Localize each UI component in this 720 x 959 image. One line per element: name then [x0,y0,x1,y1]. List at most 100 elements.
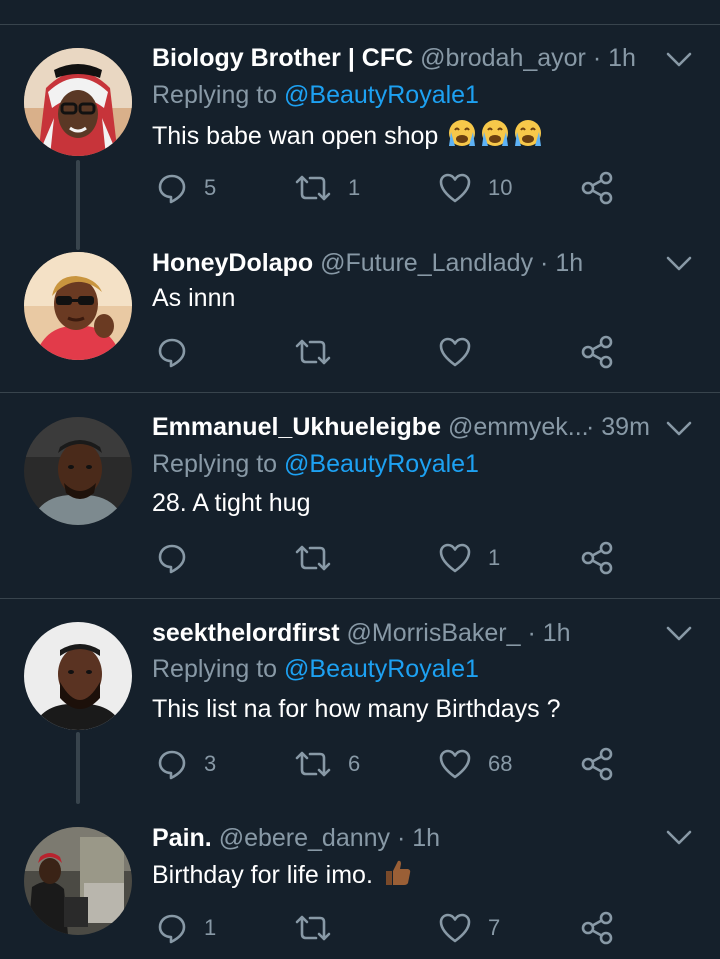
share-icon [581,541,613,575]
user-handle[interactable]: @emmyek... [448,413,589,441]
replying-to-label: Replying to [152,450,278,478]
tweet-text: This babe wan open shop [152,118,543,156]
tweet-time-block: · 39m [586,411,660,443]
retweet-button[interactable]: 1 [294,168,360,208]
mention-link[interactable]: @BeautyRoyale1 [284,655,479,683]
share-button[interactable] [580,538,614,578]
user-handle[interactable]: @brodah_ayor [420,44,586,72]
avatar[interactable] [24,827,132,935]
share-icon [581,747,613,781]
chevron-down-icon[interactable] [666,52,692,68]
display-name[interactable]: Emmanuel_Ukhueleigbe [152,413,441,441]
reply-button[interactable]: 3 [156,744,216,784]
tweet-header: Emmanuel_Ukhueleigbe @emmyek... [152,411,640,443]
reply-icon [158,338,186,368]
tweet-text-content: As innn [152,284,236,312]
tweet-actions [152,332,632,372]
share-button[interactable] [580,168,614,208]
user-handle[interactable]: @MorrisBaker_ [347,619,521,647]
tweet-header: Biology Brother | CFC @brodah_ayor · 1h [152,42,660,74]
retweet-button[interactable] [294,332,348,372]
like-button[interactable]: 68 [438,744,512,784]
tweet-actions: 1 7 [152,908,632,948]
retweet-icon [295,339,331,365]
separator-dot: · [540,249,549,277]
like-count: 10 [488,175,513,200]
like-count: 68 [488,751,513,776]
replying-to: Replying to @BeautyRoyale1 [152,653,479,685]
mention-link[interactable]: @BeautyRoyale1 [284,81,479,109]
user-handle[interactable]: @ebere_danny [219,824,390,852]
display-name[interactable]: Pain. [152,824,212,852]
timestamp[interactable]: 1h [412,824,440,852]
timestamp[interactable]: 39m [601,413,650,441]
avatar[interactable] [24,622,132,730]
share-icon [581,171,613,205]
retweet-button[interactable] [294,908,348,948]
like-count: 1 [488,545,501,570]
tweet-text: Birthday for life imo. [152,857,412,895]
heart-icon [439,913,471,943]
share-button[interactable] [580,744,614,784]
tweet-divider [0,392,720,393]
retweet-count: 6 [348,751,361,776]
retweet-button[interactable]: 6 [294,744,360,784]
tweet-actions: 5 1 10 [152,168,632,208]
tweet-text: 28. A tight hug [152,487,310,519]
share-button[interactable] [580,908,614,948]
heart-icon [439,749,471,779]
timestamp[interactable]: 1h [555,249,583,277]
avatar[interactable] [24,417,132,525]
reply-icon [158,914,186,944]
share-button[interactable] [580,332,614,372]
retweet-icon [295,545,331,571]
thread-connector [76,732,80,804]
like-button[interactable]: 10 [438,168,512,208]
retweet-count: 1 [348,175,361,200]
retweet-icon [295,175,331,201]
avatar[interactable] [24,48,132,156]
separator-dot: · [527,619,536,647]
separator-dot: · [586,413,595,441]
reply-button[interactable] [156,538,204,578]
tweet-header: HoneyDolapo @Future_Landlady · 1h [152,247,660,279]
reply-icon [158,544,186,574]
heart-icon [439,173,471,203]
tweet-actions: 1 [152,538,632,578]
share-icon [581,911,613,945]
reply-button[interactable]: 1 [156,908,216,948]
top-divider [0,24,720,25]
chevron-down-icon[interactable] [666,626,692,642]
timestamp[interactable]: 1h [543,619,571,647]
display-name[interactable]: seekthelordfirst [152,619,340,647]
reply-button[interactable]: 5 [156,168,216,208]
display-name[interactable]: HoneyDolapo [152,249,313,277]
tweet-text: This list na for how many Birthdays ? [152,693,561,725]
separator-dot: · [397,824,406,852]
display-name[interactable]: Biology Brother | CFC [152,44,413,72]
timestamp[interactable]: 1h [608,44,636,72]
chevron-down-icon[interactable] [666,256,692,272]
retweet-button[interactable] [294,538,348,578]
like-button[interactable]: 1 [438,538,500,578]
chevron-down-icon[interactable] [666,830,692,846]
replying-to: Replying to @BeautyRoyale1 [152,448,479,480]
like-count: 7 [488,915,501,940]
tweet-text-content: Birthday for life imo. [152,861,373,889]
like-button[interactable] [438,332,488,372]
user-handle[interactable]: @Future_Landlady [320,249,533,277]
heart-icon [439,337,471,367]
reply-button[interactable] [156,332,204,372]
tweet-header: Pain. @ebere_danny · 1h [152,822,660,854]
replying-to: Replying to @BeautyRoyale1 [152,79,479,111]
retweet-icon [295,915,331,941]
tweet-actions: 3 6 68 [152,744,632,784]
retweet-icon [295,751,331,777]
mention-link[interactable]: @BeautyRoyale1 [284,450,479,478]
heart-icon [439,543,471,573]
avatar[interactable] [24,252,132,360]
chevron-down-icon[interactable] [666,421,692,437]
separator-dot: · [592,44,602,72]
share-icon [581,335,613,369]
like-button[interactable]: 7 [438,908,500,948]
